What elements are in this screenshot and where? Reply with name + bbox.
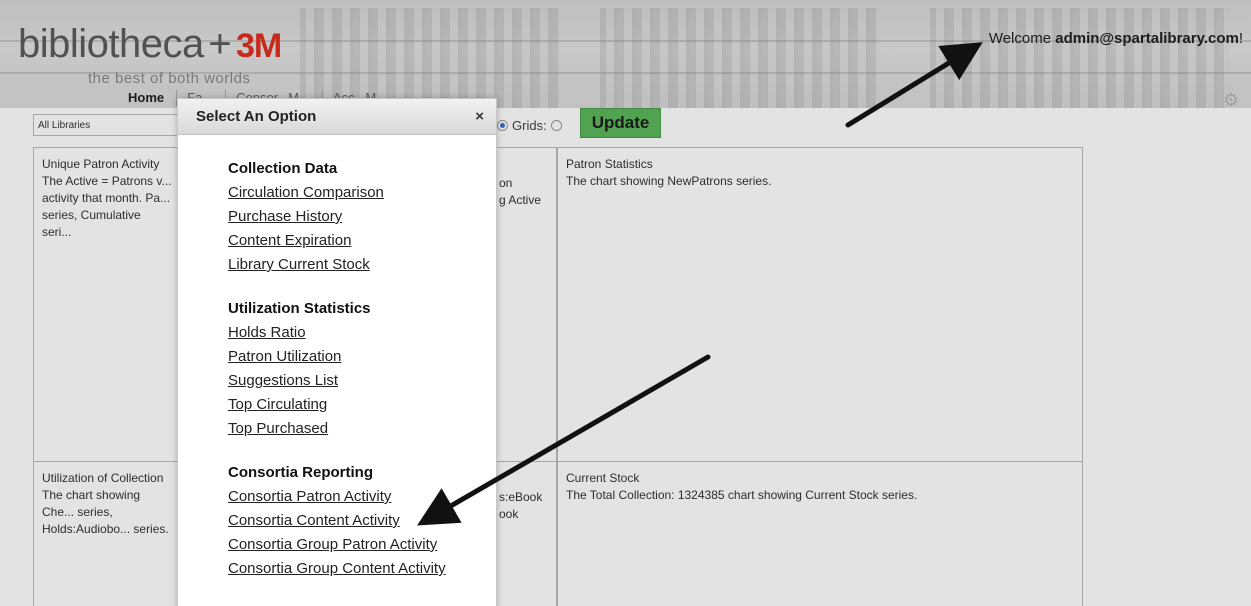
panel-title: Current Stock [566,471,640,485]
section-collection-data: Collection Data Circulation Comparison P… [228,160,496,277]
link-content-expiration[interactable]: Content Expiration [228,229,496,253]
welcome-prefix: Welcome [988,30,1056,47]
charts-radio[interactable] [497,120,508,131]
view-options: Grids: [497,118,562,133]
welcome-message: Welcome admin@spartalibrary.com! [989,30,1243,47]
dialog-title: Select An Option [196,108,317,125]
panel-description: The Active = Patrons v... activity that … [42,174,172,239]
library-select[interactable]: All Libraries [33,114,178,136]
panel-current-stock: Current Stock The Total Collection: 1324… [557,461,1083,606]
panel-patron-statistics: Patron Statistics The chart showing NewP… [557,147,1083,462]
grids-radio[interactable] [550,120,562,131]
link-top-circulating[interactable]: Top Circulating [228,393,496,417]
section-utilization-statistics: Utilization Statistics Holds Ratio Patro… [228,300,496,441]
link-consortia-group-patron-activity[interactable]: Consortia Group Patron Activity [228,533,496,557]
link-top-purchased[interactable]: Top Purchased [228,417,496,441]
link-consortia-content-activity[interactable]: Consortia Content Activity [228,509,496,533]
section-title: Consortia Reporting [228,464,373,481]
panel-text-fragment: g Active [499,193,542,207]
welcome-user: admin@spartalibrary.com [1055,30,1239,47]
select-option-dialog: Select An Option × Collection Data Circu… [177,98,497,606]
section-consortia-reporting: Consortia Reporting Consortia Patron Act… [228,464,496,581]
section-title: Collection Data [228,160,338,177]
logo-tagline: the best of both worlds [88,70,251,87]
link-purchase-history[interactable]: Purchase History [228,205,496,229]
update-button[interactable]: Update [580,108,661,138]
link-library-current-stock[interactable]: Library Current Stock [228,253,496,277]
panel-title: Patron Statistics [566,157,653,171]
link-consortia-patron-activity[interactable]: Consortia Patron Activity [228,485,496,509]
link-suggestions-list[interactable]: Suggestions List [228,369,496,393]
link-consortia-group-content-activity[interactable]: Consortia Group Content Activity [228,557,496,581]
panel-text-fragment: ook [499,507,519,521]
gear-icon[interactable]: ⚙ [1223,91,1239,108]
logo-plus: + [208,22,232,66]
banner-shelf [930,8,1230,108]
panel-text-fragment: s:eBook [499,490,543,504]
header-banner: bibliotheca + 3M the best of both worlds… [0,0,1251,108]
dialog-header: Select An Option × [178,99,496,135]
grids-label: Grids: [512,118,547,133]
close-icon[interactable]: × [475,108,484,125]
logo-brand: 3M [236,27,282,65]
panel-description: The Total Collection: 1324385 chart show… [566,488,918,502]
panel-description: The chart showing NewPatrons series. [566,174,772,188]
banner-shelf [600,8,880,108]
panel-text-fragment: on [499,176,513,190]
panel-description: The chart showing Che... series, Holds:A… [42,488,169,536]
logo-main: bibliotheca [18,22,204,66]
link-circulation-comparison[interactable]: Circulation Comparison [228,181,496,205]
link-holds-ratio[interactable]: Holds Ratio [228,321,496,345]
link-patron-utilization[interactable]: Patron Utilization [228,345,496,369]
nav-item-home[interactable]: Home [118,90,178,106]
section-title: Utilization Statistics [228,300,371,317]
dialog-body: Collection Data Circulation Comparison P… [178,135,496,581]
welcome-suffix: ! [1238,30,1243,47]
